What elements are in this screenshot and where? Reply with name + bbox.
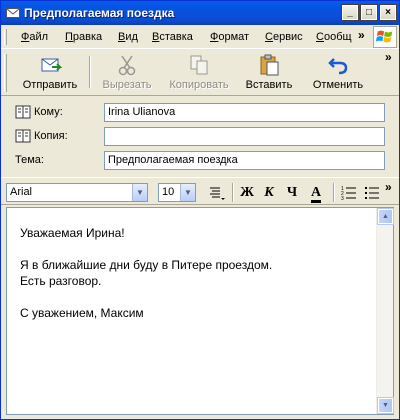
bulleted-list-icon [365,187,379,199]
font-size-value: 10 [162,186,175,198]
undo-label: Отменить [312,79,364,91]
paragraph-style-button[interactable] [206,183,228,202]
copy-label: Копировать [169,79,229,91]
menu-format[interactable]: Формат [210,31,249,43]
send-icon [41,58,62,72]
scissors-icon [118,55,136,76]
title-bar[interactable]: Предполагаемая поездка _ □ × [1,1,399,25]
paragraph-style-icon [210,187,225,200]
chevron-down-icon[interactable]: ▼ [180,184,195,201]
menu-file[interactable]: Файл [21,31,48,43]
vertical-scrollbar[interactable]: ▲ ▼ [376,208,394,414]
close-button[interactable]: × [379,4,397,21]
paste-button[interactable]: Вставить [239,52,299,94]
cut-label: Вырезать [102,79,152,91]
chevron-down-icon[interactable]: ▼ [132,184,147,201]
format-separator [333,183,335,202]
subject-field[interactable]: Предполагаемая поездка [104,151,385,170]
copy-button[interactable]: Копировать [163,52,235,94]
toolbar-grip[interactable] [4,54,7,92]
svg-text:3: 3 [341,196,344,201]
format-separator [232,183,234,202]
paste-label: Вставить [245,79,293,91]
address-book-icon [15,105,31,119]
numbered-list-icon: 1 2 3 [341,186,356,202]
menu-grip[interactable] [4,29,7,45]
toolbar-overflow-chevron[interactable]: » [385,50,392,64]
message-body[interactable]: Уважаемая Ирина! Я в ближайшие дни буду … [6,207,394,415]
send-label: Отправить [22,79,78,91]
undo-icon [328,58,348,75]
compose-window: Предполагаемая поездка _ □ × Файл Правка… [0,0,400,420]
font-color-button[interactable]: А [305,183,327,203]
bold-button[interactable]: Ж [237,183,257,202]
toolbar-separator [89,56,91,88]
envelope-icon [6,8,20,18]
subject-label-text: Тема: [15,154,44,166]
to-label: Кому: [34,106,63,118]
menu-overflow-chevron[interactable]: » [358,28,365,42]
font-select-value: Arial [10,186,33,198]
menu-edit[interactable]: Правка [65,31,102,43]
formatting-toolbar: Arial ▼ 10 ▼ Ж К Ч А 1 2 3 » [1,177,399,205]
cc-field[interactable] [104,127,385,146]
message-text[interactable]: Уважаемая Ирина! Я в ближайшие дни буду … [20,225,370,321]
menu-message[interactable]: Сообщ [316,31,352,43]
subject-label: Тема: [15,154,44,166]
send-button[interactable]: Отправить [15,52,85,94]
windows-logo-icon [373,26,397,48]
menu-tools[interactable]: Сервис [265,31,303,43]
copy-icon [190,55,208,75]
cut-button[interactable]: Вырезать [95,52,159,94]
font-color-glyph: А [310,186,322,203]
numbered-list-button[interactable]: 1 2 3 [339,183,359,202]
cc-label: Копия: [34,130,68,142]
scroll-up-button[interactable]: ▲ [377,208,394,225]
menu-view[interactable]: Вид [118,31,138,43]
to-label-button[interactable]: Кому: [15,105,63,119]
menu-bar: Файл Правка Вид Вставка Формат Сервис Со… [1,25,399,49]
clipboard-icon [260,54,279,76]
address-book-icon [15,129,31,143]
to-field[interactable]: Irina Ulianova [104,103,385,122]
format-overflow-chevron[interactable]: » [385,180,392,194]
scroll-down-button[interactable]: ▼ [377,397,394,414]
standard-toolbar: Отправить Вырезать Копировать Вставить О… [1,50,399,96]
window-title: Предполагаемая поездка [24,6,175,20]
font-size-select[interactable]: 10 ▼ [158,183,196,202]
italic-button[interactable]: К [259,183,279,202]
underline-button[interactable]: Ч [282,183,302,202]
cc-label-button[interactable]: Копия: [15,129,68,143]
bulleted-list-button[interactable] [362,183,382,202]
font-select[interactable]: Arial ▼ [6,183,148,202]
undo-button[interactable]: Отменить [307,52,369,94]
minimize-button[interactable]: _ [341,4,359,21]
menu-insert[interactable]: Вставка [152,31,193,43]
maximize-button[interactable]: □ [360,4,378,21]
message-header: Кому: Irina Ulianova Копия: Тема: Предпо… [1,97,399,175]
